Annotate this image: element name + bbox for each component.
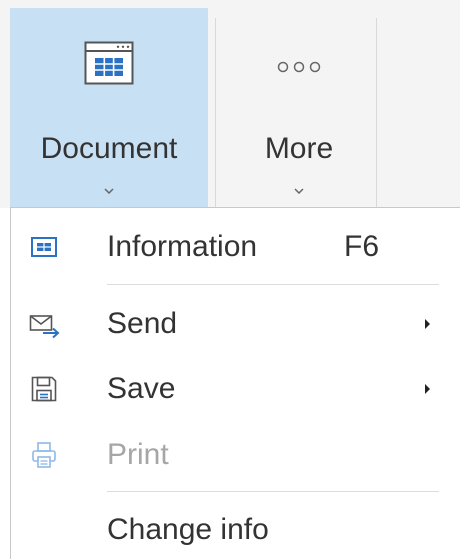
menu-item-send[interactable]: Send xyxy=(11,295,460,351)
more-label: More xyxy=(264,132,334,165)
menu-item-label: Print xyxy=(107,438,169,471)
menu-item-label: Change info xyxy=(107,513,269,546)
menu-item-save[interactable]: Save xyxy=(11,360,460,416)
submenu-arrow-icon xyxy=(424,317,431,335)
menu-item-print[interactable]: Print xyxy=(11,426,460,482)
save-icon xyxy=(29,374,59,404)
shortcut-label: F6 xyxy=(344,230,380,263)
chevron-down-icon xyxy=(294,181,304,199)
ribbon-separator xyxy=(215,18,216,208)
menu-item-information[interactable]: Information F6 xyxy=(11,218,460,274)
more-button[interactable]: More xyxy=(224,8,374,208)
chevron-down-icon xyxy=(104,181,114,199)
document-button[interactable]: Document xyxy=(10,8,208,208)
print-icon xyxy=(29,440,59,470)
menu-item-label: Save xyxy=(107,372,176,405)
information-icon xyxy=(29,232,59,262)
document-icon xyxy=(84,41,134,90)
menu-separator xyxy=(107,284,439,285)
document-dropdown-menu: Information F6 Send Save Print Change in… xyxy=(10,207,460,559)
more-icon xyxy=(277,60,321,78)
ribbon: Document More xyxy=(0,0,460,208)
menu-item-label: Send xyxy=(107,307,178,340)
menu-item-change-info[interactable]: Change info xyxy=(11,501,460,557)
submenu-arrow-icon xyxy=(424,382,431,400)
menu-item-label: Information xyxy=(107,230,258,263)
send-icon xyxy=(29,309,60,339)
ribbon-separator xyxy=(376,18,377,208)
document-label: Document xyxy=(40,132,178,165)
menu-separator xyxy=(107,491,439,492)
